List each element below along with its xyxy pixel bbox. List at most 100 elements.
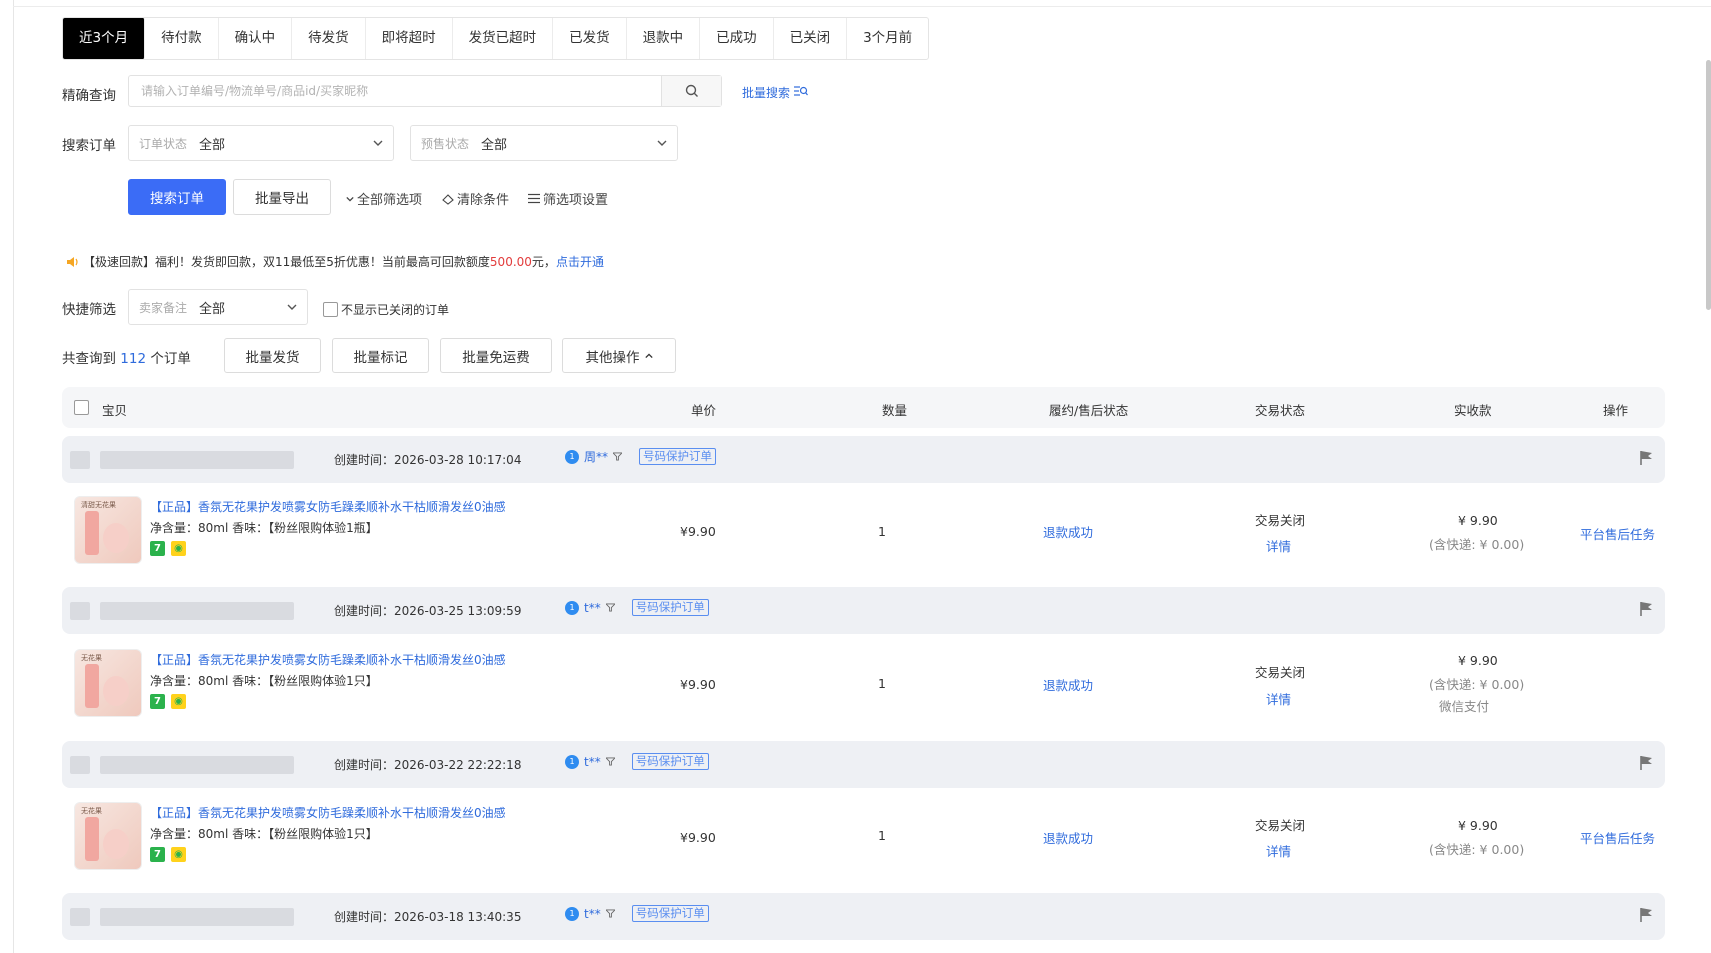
search-button[interactable] — [661, 76, 721, 106]
product-thumbnail[interactable]: 无花果 — [74, 649, 142, 717]
aftersale-status-link[interactable]: 退款成功 — [1043, 828, 1093, 847]
batch-mark-button[interactable]: 批量标记 — [332, 338, 429, 373]
order-count-number: 112 — [120, 351, 147, 367]
status-tabs: 近3个月 待付款 确认中 待发货 即将超时 发货已超时 已发货 退款中 已成功 … — [62, 17, 930, 60]
quantity: 1 — [878, 676, 886, 691]
seller-remark-value: 全部 — [199, 301, 226, 317]
fig-shape — [103, 676, 129, 706]
batch-free-shipping-button[interactable]: 批量免运费 — [440, 338, 552, 373]
presale-status-value: 全部 — [481, 137, 508, 153]
buyer-info[interactable]: 1 t** 号码保护订单 — [565, 905, 709, 922]
blurred-order-number — [100, 756, 294, 774]
shipping-fee: (含快递: ¥ 0.00) — [1429, 677, 1525, 692]
all-filters-label: 全部筛选项 — [357, 193, 423, 208]
guarantee-icon: ◉ — [171, 694, 186, 709]
speaker-icon — [67, 256, 78, 267]
search-order-label: 搜索订单 — [62, 138, 116, 154]
batch-search-label: 批量搜索 — [742, 86, 791, 100]
product-thumbnail[interactable]: 清甜无花果 — [74, 496, 142, 564]
flag-icon[interactable] — [1639, 907, 1653, 923]
guarantee-icon: ◉ — [171, 541, 186, 556]
tab-shipped[interactable]: 已发货 — [553, 18, 627, 59]
buyer-nickname[interactable]: t** — [584, 755, 601, 769]
shipping-fee: (含快递: ¥ 0.00) — [1429, 537, 1525, 552]
order-item-row: 无花果 【正品】香氛无花果护发喷雾女防毛躁柔顺补水干枯顺滑发丝0油感 净含量：8… — [62, 639, 1665, 729]
order-detail-link[interactable]: 详情 — [1266, 536, 1291, 555]
flag-icon[interactable] — [1639, 601, 1653, 617]
batch-ship-button[interactable]: 批量发货 — [224, 338, 321, 373]
clear-conditions-button[interactable]: 清除条件 — [442, 189, 509, 208]
batch-export-button[interactable]: 批量导出 — [233, 179, 331, 215]
order-item-row: 无花果 【正品】香氛无花果护发喷雾女防毛躁柔顺补水干枯顺滑发丝0油感 净含量：8… — [62, 792, 1665, 882]
tab-recent-3-months[interactable]: 近3个月 — [63, 18, 146, 59]
flag-icon[interactable] — [1639, 450, 1653, 466]
tab-ship-overdue[interactable]: 发货已超时 — [453, 18, 554, 59]
bottle-shape — [85, 664, 99, 708]
hide-closed-option[interactable]: 不显示已关闭的订单 — [323, 301, 449, 318]
exact-search-box — [128, 75, 722, 107]
order-item-row: 清甜无花果 【正品】香氛无花果护发喷雾女防毛躁柔顺补水干枯顺滑发丝0油感 净含量… — [62, 486, 1665, 576]
top-divider — [13, 6, 1711, 7]
buyer-nickname[interactable]: t** — [584, 601, 601, 615]
tab-closed[interactable]: 已关闭 — [774, 18, 848, 59]
thumbnail-text: 无花果 — [81, 807, 102, 815]
header-trade-status: 交易状态 — [1255, 403, 1306, 418]
create-time: 创建时间：2026-03-25 13:09:59 — [334, 604, 522, 618]
vertical-scrollbar[interactable] — [1706, 60, 1711, 310]
select-all-checkbox[interactable] — [74, 400, 89, 415]
order-detail-link[interactable]: 详情 — [1266, 689, 1291, 708]
buyer-nickname[interactable]: t** — [584, 907, 601, 921]
product-title-link[interactable]: 【正品】香氛无花果护发喷雾女防毛躁柔顺补水干枯顺滑发丝0油感 — [150, 651, 506, 668]
quantity: 1 — [878, 524, 886, 539]
tab-older-than-3-months[interactable]: 3个月前 — [847, 18, 928, 59]
tab-pending-payment[interactable]: 待付款 — [145, 18, 219, 59]
notice-amount: 500.00 — [489, 254, 532, 269]
all-filters-toggle[interactable]: 全部筛选项 — [346, 189, 422, 208]
platform-aftersale-task-link[interactable]: 平台售后任务 — [1580, 828, 1655, 847]
buyer-info[interactable]: 1 t** 号码保护订单 — [565, 753, 709, 770]
filter-icon[interactable] — [605, 603, 615, 612]
seller-remark-select[interactable]: 卖家备注 全部 — [128, 289, 308, 325]
product-thumbnail[interactable]: 无花果 — [74, 802, 142, 870]
chevron-up-icon — [644, 352, 653, 358]
tab-to-ship[interactable]: 待发货 — [292, 18, 366, 59]
aftersale-status-link[interactable]: 退款成功 — [1043, 522, 1093, 541]
product-title-link[interactable]: 【正品】香氛无花果护发喷雾女防毛躁柔顺补水干枯顺滑发丝0油感 — [150, 498, 506, 515]
buyer-info[interactable]: 1 周** 号码保护订单 — [565, 448, 717, 465]
filter-settings-button[interactable]: 筛选项设置 — [528, 189, 608, 208]
flag-icon[interactable] — [1639, 755, 1653, 771]
presale-status-select[interactable]: 预售状态 全部 — [410, 125, 678, 161]
create-time: 创建时间：2026-03-18 13:40:35 — [334, 910, 522, 924]
filter-icon[interactable] — [605, 757, 615, 766]
tab-succeeded[interactable]: 已成功 — [700, 18, 774, 59]
tab-refunding[interactable]: 退款中 — [627, 18, 701, 59]
notice-open-link[interactable]: 点击开通 — [556, 253, 604, 270]
filter-icon[interactable] — [605, 909, 615, 918]
header-item: 宝贝 — [102, 403, 128, 418]
bottle-shape — [85, 511, 99, 555]
other-operations-button[interactable]: 其他操作 — [562, 338, 676, 373]
product-title-link[interactable]: 【正品】香氛无花果护发喷雾女防毛躁柔顺补水干枯顺滑发丝0油感 — [150, 804, 506, 821]
chat-icon[interactable]: 1 — [565, 754, 579, 769]
order-detail-link[interactable]: 详情 — [1266, 841, 1291, 860]
unit-price: ¥9.90 — [680, 677, 716, 692]
search-input[interactable] — [129, 76, 661, 106]
chat-icon[interactable]: 1 — [565, 449, 579, 464]
tab-confirming[interactable]: 确认中 — [219, 18, 293, 59]
service-badges: 7 ◉ — [150, 847, 186, 862]
product-spec: 净含量：80ml 香味：【粉丝限购体验1瓶】 — [150, 521, 378, 535]
batch-search-link[interactable]: 批量搜索 — [742, 84, 808, 101]
chat-icon[interactable]: 1 — [565, 906, 579, 921]
tab-about-to-timeout[interactable]: 即将超时 — [366, 18, 453, 59]
chat-icon[interactable]: 1 — [565, 600, 579, 615]
platform-aftersale-task-link[interactable]: 平台售后任务 — [1580, 524, 1655, 543]
buyer-nickname[interactable]: 周** — [584, 448, 608, 465]
buyer-info[interactable]: 1 t** 号码保护订单 — [565, 599, 709, 616]
filter-icon[interactable] — [613, 452, 623, 461]
hide-closed-checkbox[interactable] — [323, 302, 338, 317]
order-count-text: 共查询到 112 个订单 — [62, 347, 191, 367]
aftersale-status-link[interactable]: 退款成功 — [1043, 675, 1093, 694]
presale-status-label: 预售状态 — [421, 136, 470, 151]
search-orders-button[interactable]: 搜索订单 — [128, 179, 226, 215]
order-status-select[interactable]: 订单状态 全部 — [128, 125, 394, 161]
